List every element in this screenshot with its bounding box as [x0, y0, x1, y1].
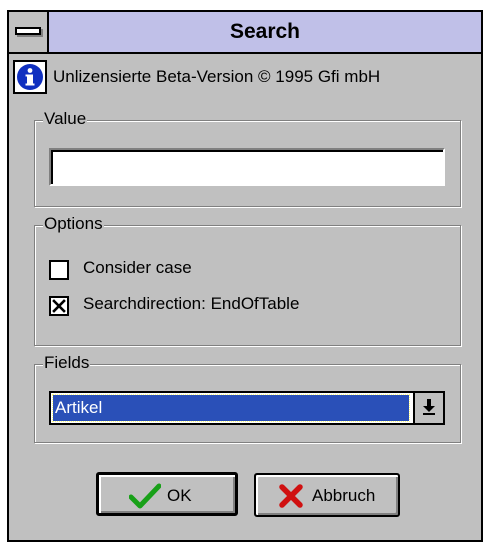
search-direction-label: Searchdirection: EndOfTable [83, 294, 300, 313]
search-dialog: Search Unlizensierte Beta-Version © 1995… [7, 10, 483, 542]
value-group-label: Value [43, 109, 88, 129]
search-direction-box[interactable] [49, 296, 69, 316]
x-icon [279, 484, 303, 508]
dropdown-arrow-icon [423, 399, 435, 415]
cancel-button[interactable]: Abbruch [254, 473, 400, 517]
value-group: Value [34, 109, 462, 208]
options-group: Options Consider case Searchdirection: E… [34, 214, 462, 347]
license-info: Unlizensierte Beta-Version © 1995 Gfi mb… [13, 60, 481, 96]
fields-dropdown-button[interactable] [413, 393, 443, 423]
window-title: Search [229, 20, 301, 43]
fields-group: Fields Artikel [34, 353, 462, 444]
system-menu-icon [15, 27, 41, 35]
fields-selected-value[interactable]: Artikel [52, 394, 410, 422]
title-bar: Search [9, 12, 481, 54]
options-group-label: Options [43, 214, 104, 234]
value-input[interactable] [49, 148, 445, 186]
fields-group-label: Fields [43, 353, 91, 373]
fields-select[interactable]: Artikel [49, 391, 445, 425]
ok-label: OK [167, 486, 192, 505]
search-direction-checkbox[interactable]: Searchdirection: EndOfTable [49, 294, 449, 318]
info-icon [13, 60, 47, 94]
license-text: Unlizensierte Beta-Version © 1995 Gfi mb… [53, 67, 381, 86]
system-menu-button[interactable] [9, 12, 49, 52]
consider-case-label: Consider case [83, 258, 192, 277]
consider-case-checkbox[interactable]: Consider case [49, 258, 449, 282]
cancel-label: Abbruch [312, 486, 376, 505]
consider-case-box[interactable] [49, 260, 69, 280]
check-x-icon [52, 299, 66, 313]
ok-button[interactable]: OK [96, 472, 238, 516]
check-icon [129, 483, 161, 509]
